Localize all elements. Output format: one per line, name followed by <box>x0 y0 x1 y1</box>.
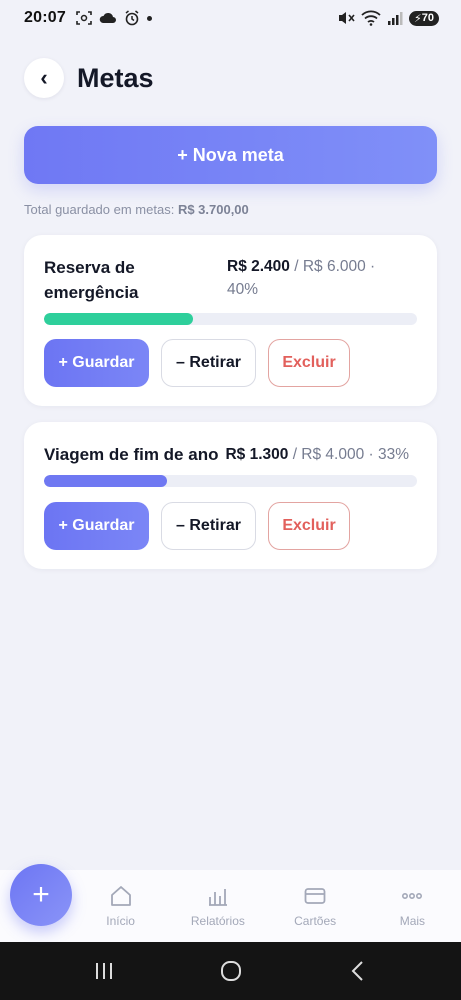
nav-item-label: Início <box>106 914 135 928</box>
goal-amounts: R$ 2.400 / R$ 6.000 · 40% <box>227 255 417 305</box>
save-money-button[interactable]: + Guardar <box>44 502 149 550</box>
more-icon <box>402 893 423 900</box>
nav-item-reports[interactable]: Relatórios <box>169 870 266 942</box>
total-saved: Total guardado em metas: R$ 3.700,00 <box>24 202 249 217</box>
delete-goal-button[interactable]: Excluir <box>268 502 350 550</box>
status-system-icons: ⚡ 70 <box>337 10 439 26</box>
battery-level: 70 <box>421 12 434 24</box>
goal-name-line: Reserva de <box>44 258 135 277</box>
new-goal-button[interactable]: + Nova meta <box>24 126 437 184</box>
back-button[interactable]: ‹ <box>24 58 64 98</box>
add-fab-button[interactable]: + <box>10 864 72 926</box>
page-title: Metas <box>77 62 154 93</box>
home-icon <box>110 886 131 906</box>
bar-chart-icon <box>208 889 227 906</box>
goal-card: Reserva de emergência R$ 2.400 / R$ 6.00… <box>24 235 437 406</box>
system-nav-bar <box>0 942 461 1000</box>
total-saved-label: Total guardado em metas: <box>24 202 175 217</box>
goal-amount-line: R$ 2.400 / R$ 6.000 · <box>227 255 417 278</box>
goal-saved-amount: R$ 2.400 <box>227 258 290 275</box>
nav-item-label: Relatórios <box>190 914 245 928</box>
goal-actions: + Guardar – Retirar Excluir <box>44 339 350 387</box>
nav-item-cards[interactable]: Cartões <box>267 870 364 942</box>
goal-amounts: R$ 1.300 / R$ 4.000 · 33% <box>225 443 409 466</box>
goal-header: Reserva de emergência R$ 2.400 / R$ 6.00… <box>44 255 417 305</box>
goal-target-amount: / R$ 4.000 · 33% <box>288 446 410 463</box>
nav-item-label: Mais <box>399 914 426 928</box>
more-notifications-icon <box>146 15 152 21</box>
alarm-icon <box>125 10 139 26</box>
withdraw-button[interactable]: – Retirar <box>161 502 256 550</box>
total-saved-value: R$ 3.700,00 <box>177 202 249 217</box>
goal-header: Viagem de fim de ano R$ 1.300 / R$ 4.000… <box>44 442 417 467</box>
status-bar: 20:07 ⚡ 70 <box>0 0 461 36</box>
nav-item-label: Cartões <box>294 914 337 928</box>
back-icon: ‹ <box>40 65 48 90</box>
goal-target-amount: / R$ 6.000 · <box>289 258 376 275</box>
goal-name: Viagem de fim de ano <box>44 445 219 464</box>
recent-apps-icon[interactable] <box>93 961 115 981</box>
goal-actions: + Guardar – Retirar Excluir <box>44 502 350 550</box>
delete-goal-button[interactable]: Excluir <box>268 339 350 387</box>
goal-progress-fill <box>44 313 194 325</box>
goal-progress-bar <box>44 475 417 487</box>
mute-icon <box>339 12 355 24</box>
signal-icon <box>388 12 403 25</box>
battery-indicator: ⚡ 70 <box>409 10 439 26</box>
nav-item-home[interactable]: Início <box>72 870 169 942</box>
card-icon <box>304 888 326 904</box>
home-button-icon[interactable] <box>220 960 242 982</box>
wifi-icon <box>361 10 381 26</box>
status-time: 20:07 <box>24 9 66 26</box>
cloud-icon <box>99 12 116 23</box>
goal-saved-amount: R$ 1.300 <box>225 446 289 463</box>
goal-progress-fill <box>44 475 168 487</box>
goal-card: Viagem de fim de ano R$ 1.300 / R$ 4.000… <box>24 422 437 569</box>
nav-item-more[interactable]: Mais <box>364 870 461 942</box>
withdraw-button[interactable]: – Retirar <box>161 339 256 387</box>
goal-progress-bar <box>44 313 417 325</box>
save-money-button[interactable]: + Guardar <box>44 339 149 387</box>
page-header: ‹ Metas <box>24 58 154 98</box>
goal-name: Reserva de emergência <box>44 255 227 305</box>
status-notification-icons <box>76 10 152 26</box>
goal-name-line: emergência <box>44 283 139 302</box>
back-nav-icon[interactable] <box>347 960 369 982</box>
goal-percent: 40% <box>227 281 259 298</box>
screenshot-icon <box>76 11 92 25</box>
